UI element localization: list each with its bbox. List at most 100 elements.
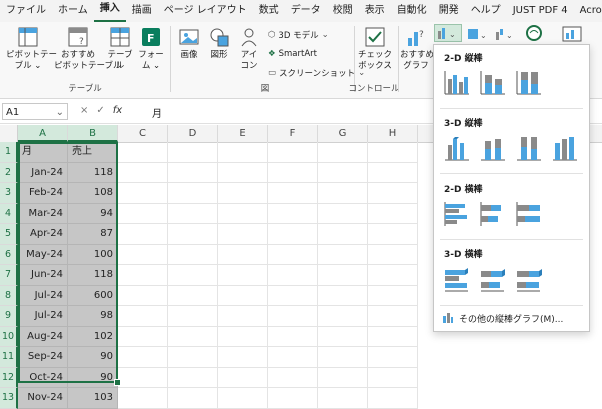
cell-f7[interactable] [268, 265, 318, 286]
cell-d7[interactable] [168, 265, 218, 286]
cell-f8[interactable] [268, 285, 318, 306]
cell-g5[interactable] [318, 224, 368, 245]
cell-d10[interactable] [168, 326, 218, 347]
cell-h13[interactable] [368, 388, 418, 409]
3d-stacked-column-option[interactable] [478, 133, 508, 163]
cell-a8[interactable]: Jul-24 [18, 285, 68, 306]
column-chart-dropdown-button[interactable]: ⌄ [434, 24, 462, 42]
cell-c3[interactable] [118, 183, 168, 204]
3d-clustered-column-option[interactable] [442, 133, 472, 163]
row-header-7[interactable]: 7 [0, 265, 18, 286]
cell-g1[interactable] [318, 142, 368, 163]
cell-g8[interactable] [318, 285, 368, 306]
screenshot-button[interactable]: ▭ スクリーンショット ⌄ [268, 67, 365, 79]
icons-button[interactable]: アイ コン [235, 26, 263, 72]
checkbox-button[interactable]: チェック ボックス [358, 26, 392, 72]
cell-g11[interactable] [318, 347, 368, 368]
cell-e6[interactable] [218, 244, 268, 265]
cell-a10[interactable]: Aug-24 [18, 326, 68, 347]
cell-e7[interactable] [218, 265, 268, 286]
column-header-c[interactable]: C [118, 125, 168, 142]
cell-a11[interactable]: Sep-24 [18, 347, 68, 368]
row-header-1[interactable]: 1 [0, 142, 18, 163]
image-button[interactable]: 画像 [175, 26, 203, 61]
clustered-column-option[interactable] [442, 67, 472, 97]
cell-e9[interactable] [218, 306, 268, 327]
cell-b11[interactable]: 90 [68, 347, 118, 368]
table-button[interactable]: テーブル [104, 26, 136, 72]
cell-d13[interactable] [168, 388, 218, 409]
cell-d8[interactable] [168, 285, 218, 306]
cell-c4[interactable] [118, 203, 168, 224]
cell-h6[interactable] [368, 244, 418, 265]
cell-h7[interactable] [368, 265, 418, 286]
row-header-11[interactable]: 11 [0, 347, 18, 368]
row-header-2[interactable]: 2 [0, 162, 18, 183]
cell-d4[interactable] [168, 203, 218, 224]
cell-h10[interactable] [368, 326, 418, 347]
cell-g6[interactable] [318, 244, 368, 265]
3d-model-button[interactable]: ⬡ 3D モデル ⌄ [268, 29, 329, 41]
cell-d1[interactable] [168, 142, 218, 163]
cell-f1[interactable] [268, 142, 318, 163]
tab-8[interactable]: 表示 [359, 2, 391, 22]
tab-12[interactable]: JUST PDF 4 [507, 2, 574, 22]
cell-e10[interactable] [218, 326, 268, 347]
cell-c12[interactable] [118, 367, 168, 388]
cell-e8[interactable] [218, 285, 268, 306]
cell-g12[interactable] [318, 367, 368, 388]
tab-5[interactable]: 数式 [253, 2, 285, 22]
insert-function-icon[interactable]: fx [113, 105, 122, 116]
fill-handle[interactable] [114, 379, 121, 386]
cell-b2[interactable]: 118 [68, 162, 118, 183]
cell-d6[interactable] [168, 244, 218, 265]
select-all-corner[interactable] [0, 125, 18, 142]
100-stacked-bar-option[interactable] [514, 199, 544, 229]
row-header-3[interactable]: 3 [0, 183, 18, 204]
cell-f6[interactable] [268, 244, 318, 265]
recommended-pivot-button[interactable]: ? おすすめ ピボットテーブル [54, 26, 122, 72]
cell-h9[interactable] [368, 306, 418, 327]
cell-b13[interactable]: 103 [68, 388, 118, 409]
cell-f5[interactable] [268, 224, 318, 245]
cell-c5[interactable] [118, 224, 168, 245]
cell-c13[interactable] [118, 388, 168, 409]
cell-c11[interactable] [118, 347, 168, 368]
cell-h12[interactable] [368, 367, 418, 388]
cell-f13[interactable] [268, 388, 318, 409]
tab-10[interactable]: 開発 [433, 2, 465, 22]
cell-h4[interactable] [368, 203, 418, 224]
cell-b6[interactable]: 100 [68, 244, 118, 265]
waterfall-chart-button[interactable]: ⌄ [494, 26, 518, 45]
cell-f10[interactable] [268, 326, 318, 347]
cell-h8[interactable] [368, 285, 418, 306]
cell-f3[interactable] [268, 183, 318, 204]
chevron-down-icon[interactable]: ⌄ [56, 104, 64, 121]
3d-100-stacked-bar-option[interactable] [514, 265, 544, 295]
cell-d12[interactable] [168, 367, 218, 388]
cell-f12[interactable] [268, 367, 318, 388]
cell-c7[interactable] [118, 265, 168, 286]
cell-a6[interactable]: May-24 [18, 244, 68, 265]
cell-e3[interactable] [218, 183, 268, 204]
cell-h2[interactable] [368, 162, 418, 183]
cancel-icon[interactable]: × [80, 105, 88, 116]
cell-b12[interactable]: 90 [68, 367, 118, 388]
column-header-g[interactable]: G [318, 125, 368, 142]
row-header-10[interactable]: 10 [0, 326, 18, 347]
cell-c9[interactable] [118, 306, 168, 327]
forms-button[interactable]: F フォー ム ⌄ [137, 26, 165, 72]
maps-button[interactable] [525, 24, 543, 45]
shapes-button[interactable]: 図形 [205, 26, 233, 61]
formula-input[interactable]: 月 [152, 105, 162, 120]
column-header-f[interactable]: F [268, 125, 318, 142]
cell-c10[interactable] [118, 326, 168, 347]
3d-stacked-bar-option[interactable] [478, 265, 508, 295]
cell-b4[interactable]: 94 [68, 203, 118, 224]
cell-e12[interactable] [218, 367, 268, 388]
cell-g10[interactable] [318, 326, 368, 347]
row-header-5[interactable]: 5 [0, 224, 18, 245]
cell-f4[interactable] [268, 203, 318, 224]
cell-a4[interactable]: Mar-24 [18, 203, 68, 224]
tab-11[interactable]: ヘルプ [465, 2, 507, 22]
